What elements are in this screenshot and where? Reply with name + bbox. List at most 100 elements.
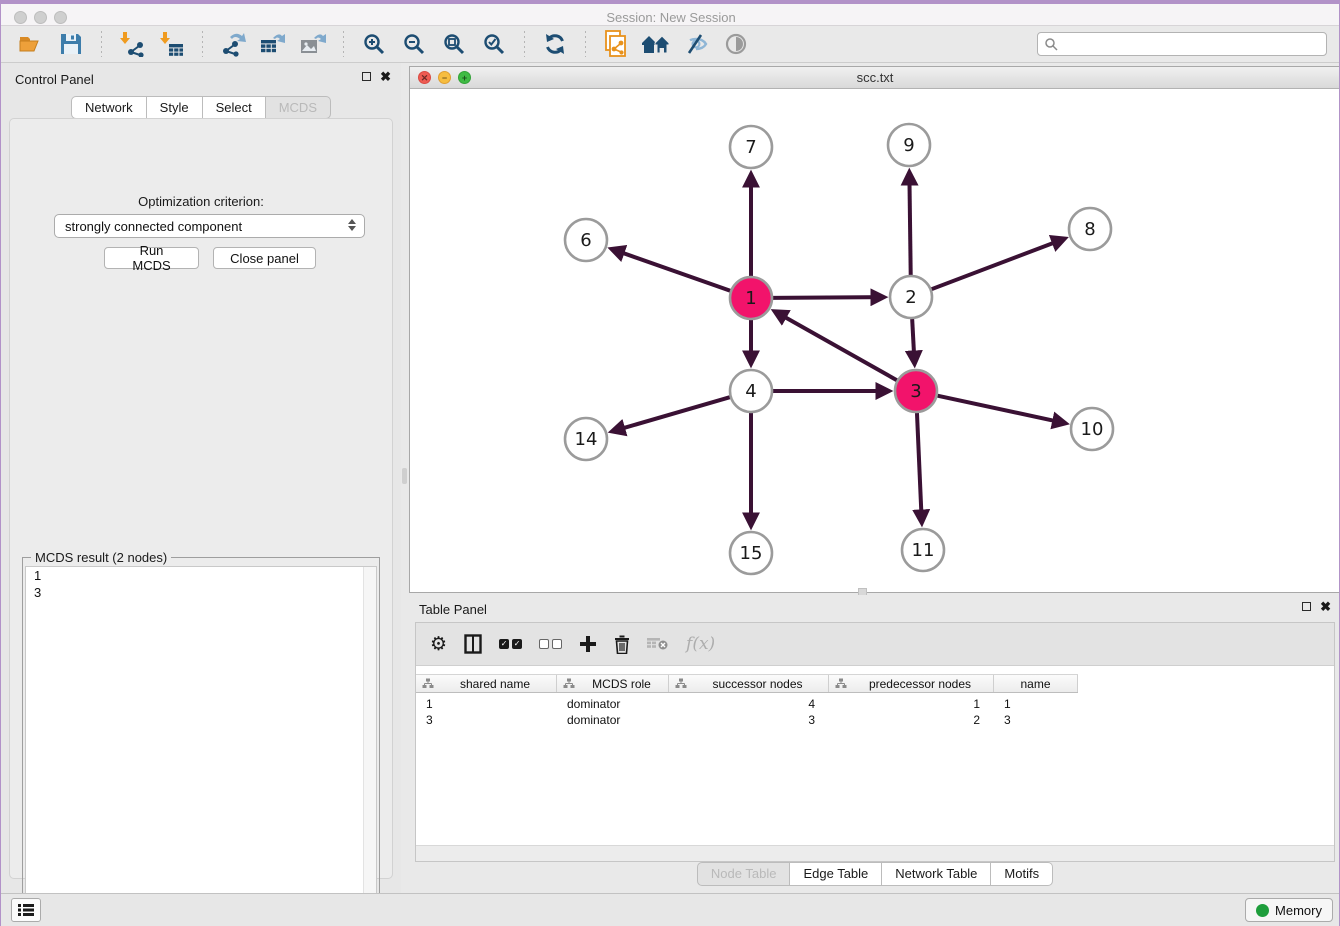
search-icon bbox=[1044, 37, 1058, 56]
result-item[interactable]: 1 bbox=[26, 567, 376, 584]
column-header-successor-nodes[interactable]: successor nodes bbox=[669, 675, 829, 692]
table-cell[interactable]: 3 bbox=[669, 712, 829, 728]
mcds-result-title: MCDS result (2 nodes) bbox=[31, 550, 171, 565]
open-session-icon[interactable] bbox=[16, 30, 46, 58]
home-icon[interactable] bbox=[641, 30, 671, 58]
search-input[interactable] bbox=[1037, 32, 1327, 56]
dropdown-value: strongly connected component bbox=[65, 219, 242, 234]
import-network-icon[interactable] bbox=[117, 30, 147, 58]
main-toolbar bbox=[1, 26, 1340, 63]
column-header-predecessor-nodes[interactable]: predecessor nodes bbox=[829, 675, 994, 692]
tab-select[interactable]: Select bbox=[203, 96, 266, 119]
columns-icon[interactable] bbox=[464, 632, 482, 656]
table-cell[interactable]: 1 bbox=[994, 696, 1078, 712]
optimization-criterion-label: Optimization criterion: bbox=[10, 194, 392, 209]
status-bar: Memory bbox=[1, 893, 1340, 926]
tab-network[interactable]: Network bbox=[71, 96, 147, 119]
table-cell[interactable]: dominator bbox=[557, 712, 669, 728]
search-field bbox=[1037, 32, 1327, 56]
tab-mcds[interactable]: MCDS bbox=[266, 96, 331, 119]
tab-motifs[interactable]: Motifs bbox=[991, 862, 1053, 886]
table-panel-tabs: Node TableEdge TableNetwork TableMotifs bbox=[409, 862, 1340, 886]
task-history-button[interactable] bbox=[11, 898, 41, 922]
table-row[interactable]: 1dominator411 bbox=[416, 696, 1078, 712]
refresh-icon[interactable] bbox=[540, 30, 570, 58]
function-builder-icon[interactable]: f(x) bbox=[686, 632, 715, 656]
show-selected-icon[interactable] bbox=[721, 30, 751, 58]
graph-edge-4-14[interactable] bbox=[613, 397, 730, 431]
table-cell[interactable]: dominator bbox=[557, 696, 669, 712]
control-panel-header: Control Panel ✖ bbox=[1, 63, 401, 93]
network-canvas[interactable]: 1234678910111415 bbox=[410, 89, 1340, 592]
import-table-icon[interactable] bbox=[157, 30, 187, 58]
dropdown-arrows-icon bbox=[348, 219, 356, 231]
table-horizontal-scrollbar[interactable] bbox=[416, 845, 1334, 861]
graph-edge-3-11[interactable] bbox=[917, 413, 922, 522]
graph-edge-3-1[interactable] bbox=[775, 312, 896, 380]
mcds-result-list[interactable]: 13 bbox=[25, 566, 377, 922]
table-panel-title: Table Panel bbox=[419, 602, 487, 617]
graph-edge-3-10[interactable] bbox=[938, 396, 1065, 423]
toolbar-separator bbox=[343, 31, 344, 57]
export-image-icon[interactable] bbox=[298, 30, 328, 58]
table-panel-body: ⚙ ✓✓ f(x) shared nameMCDS bbox=[415, 622, 1335, 862]
deselect-all-icon[interactable] bbox=[539, 632, 562, 656]
zoom-in-icon[interactable] bbox=[359, 30, 389, 58]
float-table-panel-icon[interactable] bbox=[1302, 602, 1311, 611]
graph-edge-2-9[interactable] bbox=[909, 173, 910, 275]
table-cell[interactable]: 2 bbox=[829, 712, 994, 728]
graph-node-label: 9 bbox=[903, 135, 914, 156]
zoom-fit-icon[interactable] bbox=[439, 30, 469, 58]
result-item[interactable]: 3 bbox=[26, 584, 376, 601]
graph-node-label: 6 bbox=[580, 230, 591, 251]
column-header-name[interactable]: name bbox=[994, 675, 1078, 692]
close-table-panel-icon[interactable]: ✖ bbox=[1320, 602, 1331, 611]
table-row[interactable]: 3dominator323 bbox=[416, 712, 1078, 728]
column-header-mcds-role[interactable]: MCDS role bbox=[557, 675, 669, 692]
delete-table-icon[interactable] bbox=[647, 632, 669, 656]
mcds-result-group: MCDS result (2 nodes) 13 bbox=[22, 557, 380, 925]
close-panel-button[interactable]: Close panel bbox=[213, 247, 316, 269]
run-mcds-button[interactable]: Run MCDS bbox=[104, 247, 199, 269]
save-session-icon[interactable] bbox=[56, 30, 86, 58]
select-all-icon[interactable]: ✓✓ bbox=[499, 632, 522, 656]
zoom-out-icon[interactable] bbox=[399, 30, 429, 58]
close-panel-icon[interactable]: ✖ bbox=[380, 72, 391, 81]
graph-edge-1-6[interactable] bbox=[612, 249, 730, 290]
new-network-from-selection-icon[interactable] bbox=[601, 30, 631, 58]
vertical-splitter[interactable] bbox=[401, 63, 409, 893]
graph-node-label: 4 bbox=[745, 381, 756, 402]
delete-icon[interactable] bbox=[614, 632, 630, 656]
memory-button[interactable]: Memory bbox=[1245, 898, 1333, 922]
table-cell[interactable]: 1 bbox=[829, 696, 994, 712]
network-frame-titlebar[interactable]: ✕ − + scc.txt bbox=[410, 67, 1340, 89]
column-header-shared-name[interactable]: shared name bbox=[416, 675, 557, 692]
tab-network-table[interactable]: Network Table bbox=[882, 862, 991, 886]
result-scrollbar[interactable] bbox=[363, 567, 376, 921]
table-cell[interactable]: 1 bbox=[416, 696, 557, 712]
tab-node-table[interactable]: Node Table bbox=[697, 862, 791, 886]
gear-icon[interactable]: ⚙ bbox=[430, 632, 447, 656]
graph-node-label: 8 bbox=[1084, 219, 1095, 240]
table-cell[interactable]: 3 bbox=[416, 712, 557, 728]
float-panel-icon[interactable] bbox=[362, 72, 371, 81]
graph-edge-2-8[interactable] bbox=[932, 239, 1064, 289]
graph-edge-2-3[interactable] bbox=[912, 319, 914, 363]
export-network-icon[interactable] bbox=[218, 30, 248, 58]
table-cell[interactable]: 3 bbox=[994, 712, 1078, 728]
control-panel-tabs: NetworkStyleSelectMCDS bbox=[1, 96, 401, 119]
tab-edge-table[interactable]: Edge Table bbox=[790, 862, 882, 886]
toolbar-separator bbox=[585, 31, 586, 57]
control-panel-title: Control Panel bbox=[15, 72, 94, 87]
table-cell[interactable]: 4 bbox=[669, 696, 829, 712]
memory-label: Memory bbox=[1275, 903, 1322, 918]
add-column-icon[interactable] bbox=[579, 632, 597, 656]
tab-style[interactable]: Style bbox=[147, 96, 203, 119]
table-header-row: shared nameMCDS rolesuccessor nodesprede… bbox=[416, 674, 1078, 693]
zoom-selected-icon[interactable] bbox=[479, 30, 509, 58]
graph-edge-1-2[interactable] bbox=[773, 297, 883, 298]
export-table-icon[interactable] bbox=[258, 30, 288, 58]
hide-selected-icon[interactable] bbox=[681, 30, 711, 58]
window-title: Session: New Session bbox=[1, 10, 1340, 25]
optimization-criterion-dropdown[interactable]: strongly connected component bbox=[54, 214, 365, 238]
